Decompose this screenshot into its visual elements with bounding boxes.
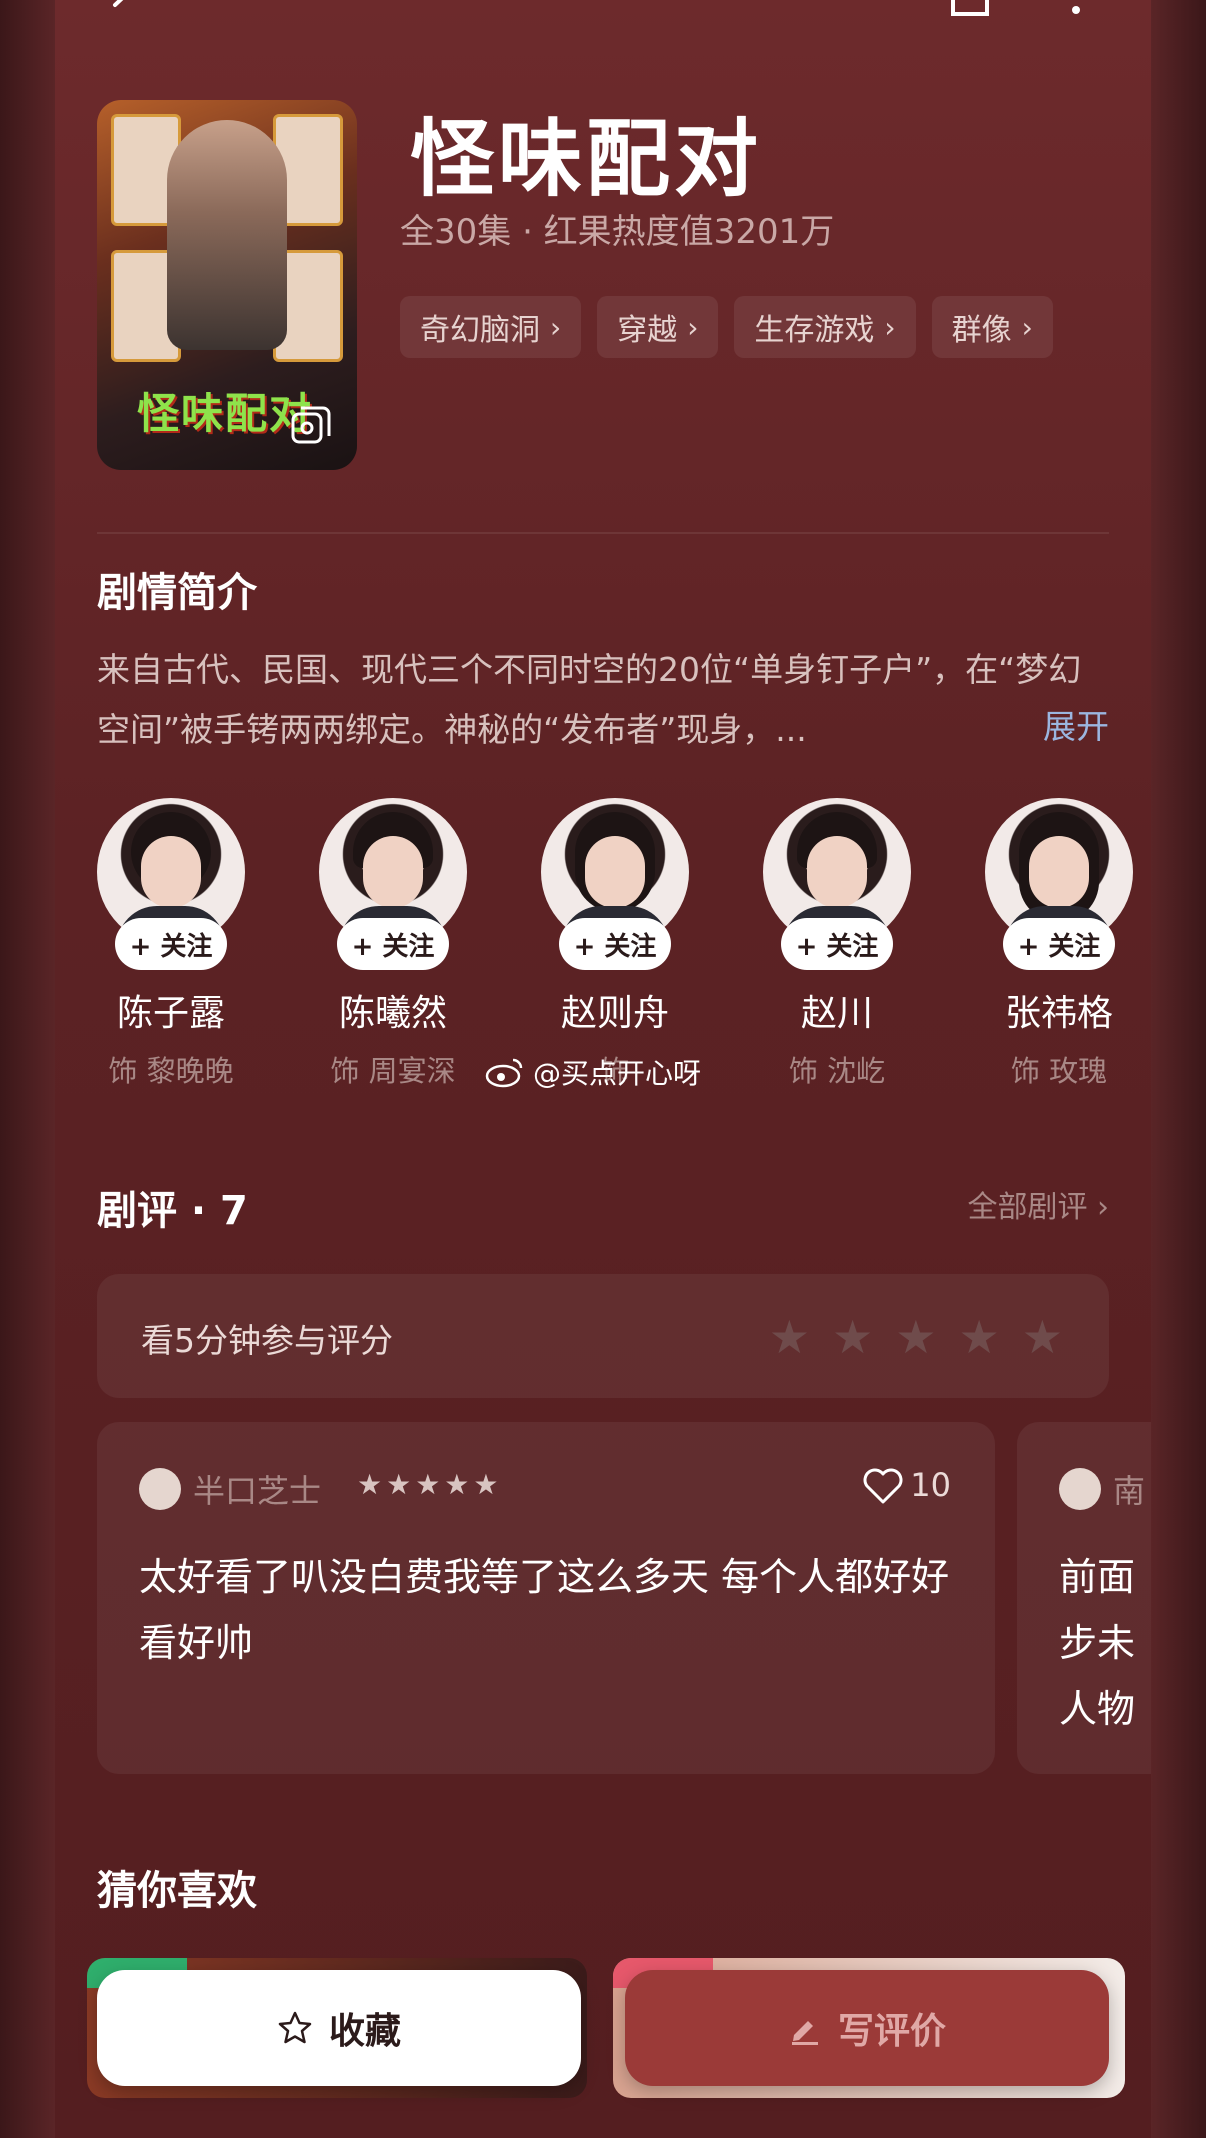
drama-meta: 全30集 · 红果热度值3201万	[400, 212, 835, 252]
star-icon[interactable]: ★	[895, 1310, 936, 1364]
poster-lead-figure	[167, 120, 287, 350]
reviewer-name: 南	[1113, 1472, 1146, 1510]
star-icon[interactable]: ★	[1022, 1310, 1063, 1364]
synopsis-title: 剧情简介	[97, 570, 257, 616]
favorite-button[interactable]: 收藏	[97, 1970, 581, 2086]
cast-member[interactable]: + 关注 陈曦然 饰 周宴深	[319, 798, 467, 1090]
tag-label: 生存游戏	[754, 313, 875, 348]
cast-member[interactable]: + 关注 张祎格 饰 玫瑰	[985, 798, 1133, 1090]
avatar-face	[141, 836, 201, 908]
expand-link[interactable]: 展开	[1043, 700, 1109, 748]
review-card[interactable]: 半口芝士 ★★★★★ 10 太好看了叭没白费我等了这么多天 每个人都好好看好帅	[97, 1422, 995, 1774]
cast-name: 陈子露	[116, 993, 225, 1034]
reviewer-avatar	[139, 1468, 181, 1510]
tag-chip[interactable]: 穿越 ›	[597, 296, 719, 358]
cast-role: 饰 黎晚晚	[108, 1054, 234, 1088]
recommend-title: 猜你喜欢	[97, 1868, 257, 1914]
avatar-face	[1029, 836, 1089, 908]
poster-title-art: 怪味配对	[137, 389, 314, 438]
watermark: @买点开心呀	[485, 1052, 701, 1092]
cast-member[interactable]: + 关注 赵则舟 饰	[541, 798, 689, 1090]
reviewer-avatar	[1059, 1468, 1101, 1510]
tag-label: 奇幻脑洞	[420, 313, 540, 348]
chevron-right-icon: ›	[1021, 310, 1033, 344]
write-review-button[interactable]: 写评价	[625, 1970, 1109, 2086]
review-text: 前面步未人物	[1059, 1555, 1136, 1731]
chevron-right-icon: ›	[550, 310, 562, 344]
rating-box: 看5分钟参与评分 ★ ★ ★ ★ ★	[97, 1274, 1109, 1398]
gallery-icon[interactable]	[289, 404, 333, 448]
review-text: 太好看了叭没白费我等了这么多天 每个人都好好看好帅	[139, 1555, 950, 1665]
synopsis-text: 来自古代、民国、现代三个不同时空的20位“单身钉子户”，在“梦幻空间”被手铐两两…	[97, 650, 1082, 749]
tag-list: 奇幻脑洞 › 穿越 › 生存游戏 › 群像 ›	[400, 296, 1053, 358]
all-reviews-link[interactable]: 全部剧评 ›	[967, 1182, 1109, 1226]
tag-label: 群像	[951, 313, 1012, 348]
heart-icon[interactable]	[861, 1466, 905, 1506]
follow-button[interactable]: + 关注	[559, 918, 671, 970]
follow-button[interactable]: + 关注	[115, 918, 227, 970]
more-options-icon[interactable]	[1069, 0, 1083, 20]
tag-label: 穿越	[617, 313, 678, 348]
tag-chip[interactable]: 群像 ›	[931, 296, 1053, 358]
section-divider	[97, 532, 1109, 534]
right-backdrop	[1151, 0, 1206, 2138]
write-review-label: 写评价	[837, 2011, 946, 2052]
back-arrow-icon[interactable]	[105, 0, 139, 22]
tag-chip[interactable]: 生存游戏 ›	[734, 296, 916, 358]
follow-button[interactable]: + 关注	[1003, 918, 1115, 970]
cast-role: 饰 周宴深	[330, 1054, 456, 1088]
pencil-icon	[791, 2021, 818, 2045]
cast-name: 张祎格	[1004, 993, 1113, 1034]
star-icon[interactable]: ★	[959, 1310, 1000, 1364]
reviews-title: 剧评 · 7	[97, 1188, 248, 1234]
chevron-right-icon: ›	[687, 310, 699, 344]
review-card[interactable]: 南 前面步未人物	[1017, 1422, 1151, 1774]
cast-name: 赵川	[800, 993, 873, 1034]
cast-role: 饰 玫瑰	[1010, 1054, 1108, 1088]
watermark-text: @买点开心呀	[533, 1057, 702, 1090]
weibo-logo-icon	[485, 1058, 523, 1088]
avatar-face	[585, 836, 645, 908]
drama-detail-page: 怪味配对 怪味配对 全30集 · 红果热度值3201万 奇幻脑洞 › 穿越 › 生存…	[55, 0, 1151, 2138]
review-stars: ★★★★★	[357, 1468, 503, 1501]
cast-role: 饰 沈屹	[788, 1054, 886, 1088]
star-outline-icon	[278, 2011, 312, 2044]
drama-poster[interactable]: 怪味配对	[97, 100, 357, 470]
star-icon[interactable]: ★	[769, 1310, 810, 1364]
cast-name: 陈曦然	[338, 993, 447, 1034]
star-icon[interactable]: ★	[832, 1310, 873, 1364]
chevron-right-icon: ›	[884, 310, 896, 344]
top-bar	[55, 0, 1151, 40]
tag-chip[interactable]: 奇幻脑洞 ›	[400, 296, 582, 358]
share-icon[interactable]	[949, 0, 991, 20]
left-backdrop	[0, 0, 55, 2138]
cast-list: + 关注 陈子露 饰 黎晚晚 + 关注 陈曦然 饰 周宴深 + 关注 赵则舟 饰…	[97, 798, 1151, 1090]
rating-stars[interactable]: ★ ★ ★ ★ ★	[769, 1310, 1063, 1364]
follow-button[interactable]: + 关注	[781, 918, 893, 970]
reviewer-name: 半口芝士	[193, 1472, 322, 1510]
follow-button[interactable]: + 关注	[337, 918, 449, 970]
avatar-face	[363, 836, 423, 908]
cast-name: 赵则舟	[560, 993, 669, 1034]
drama-title: 怪味配对	[410, 110, 763, 208]
avatar-face	[807, 836, 867, 908]
like-count: 10	[910, 1466, 951, 1504]
cast-member[interactable]: + 关注 赵川 饰 沈屹	[763, 798, 911, 1090]
favorite-label: 收藏	[328, 2011, 401, 2052]
rating-prompt: 看5分钟参与评分	[141, 1321, 393, 1360]
cast-member[interactable]: + 关注 陈子露 饰 黎晚晚	[97, 798, 245, 1090]
